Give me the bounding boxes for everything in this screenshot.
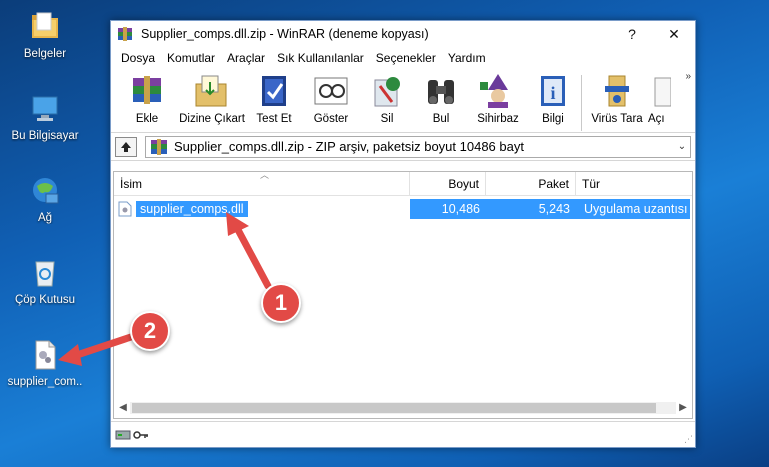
arrow-2-head xyxy=(58,344,82,366)
callout-2: 2 xyxy=(130,311,170,351)
callout-1: 1 xyxy=(261,283,301,323)
arrow-2 xyxy=(70,332,138,360)
arrow-1 xyxy=(232,222,272,290)
annotation-arrows xyxy=(58,212,272,366)
